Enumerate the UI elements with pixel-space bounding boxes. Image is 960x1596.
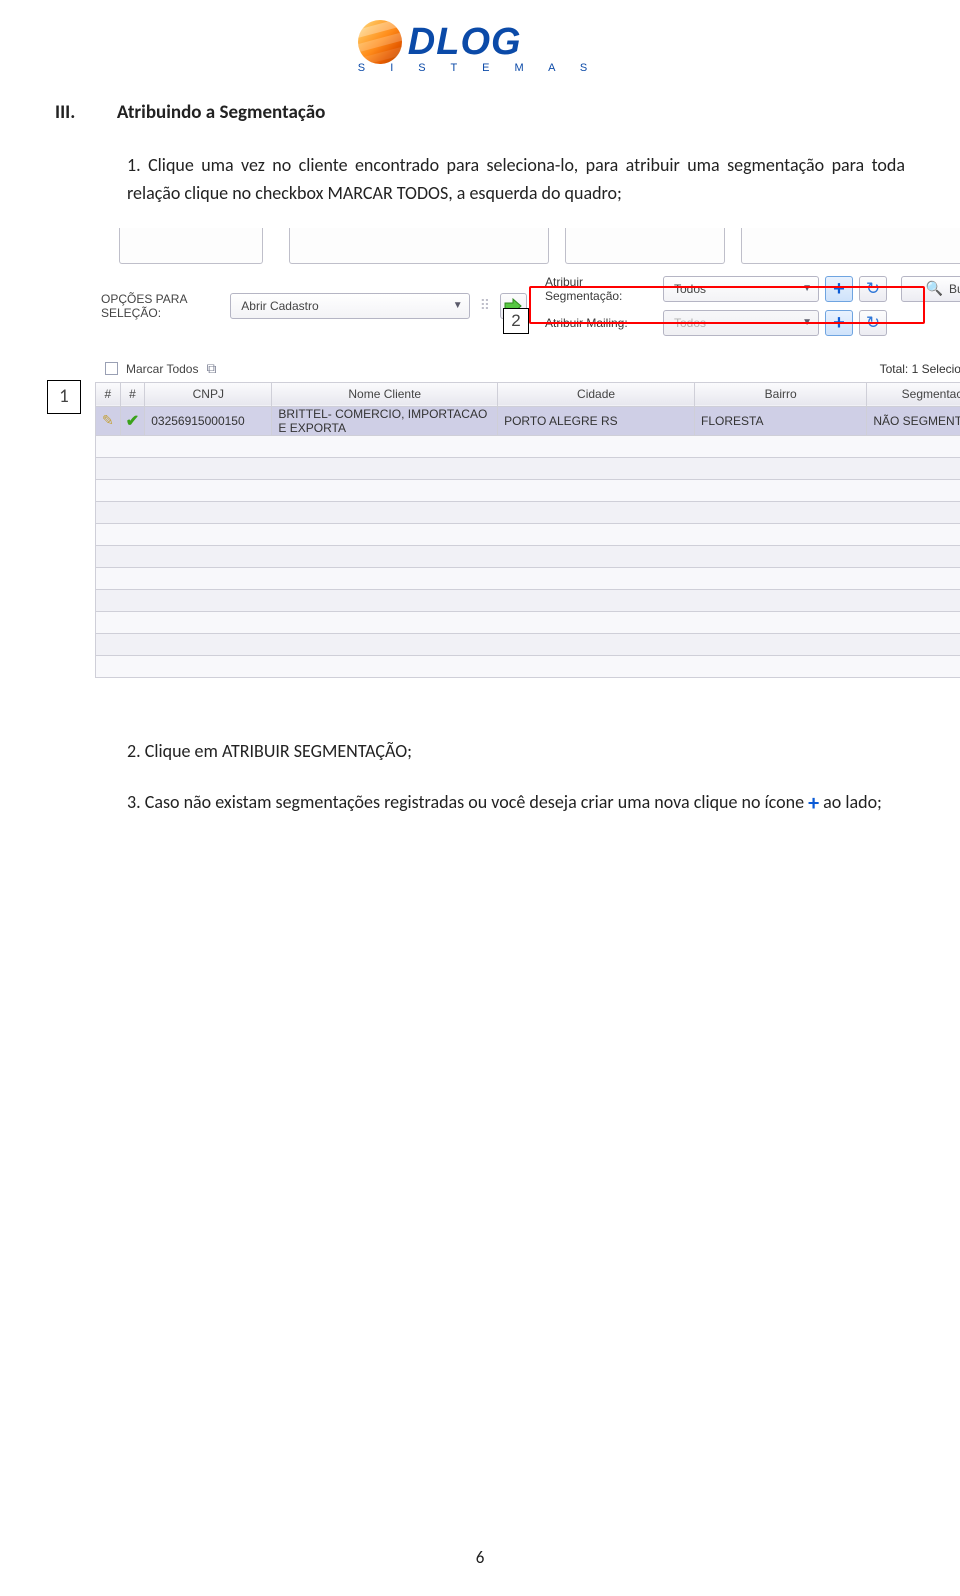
add-mailing-button[interactable]: + — [825, 310, 853, 336]
refresh-mailing-button[interactable]: ↻ — [859, 310, 887, 336]
table-row — [96, 501, 960, 523]
table-row[interactable]: ✎ ✔ 03256915000150 BRITTEL- COMERCIO, IM… — [96, 406, 960, 435]
paragraph-2: 2. Clique em ATRIBUIR SEGMENTAÇÃO; — [127, 738, 905, 766]
th-hash[interactable]: # — [96, 382, 121, 406]
search-icon: 🔍 — [926, 280, 943, 297]
check-icon[interactable]: ✔ — [126, 413, 139, 430]
plus-icon: + — [833, 313, 845, 333]
cutoff-filter-row — [95, 228, 960, 264]
th-bairro[interactable]: Bairro — [695, 382, 867, 406]
grip-icon: ⠿ — [480, 297, 490, 314]
cell-cidade: PORTO ALEGRE RS — [498, 406, 695, 435]
callout-box-2: 2 — [503, 308, 529, 334]
add-segmentacao-button[interactable]: + — [825, 276, 853, 302]
table-row — [96, 457, 960, 479]
copy-icon[interactable]: ⧉ — [206, 360, 216, 377]
atribuir-mailing-value: Todos — [674, 316, 706, 330]
th-hash2[interactable]: # — [120, 382, 145, 406]
plus-icon: + — [808, 789, 819, 816]
section-title: Atribuindo a Segmentação — [117, 101, 325, 124]
cell-bairro: FLORESTA — [695, 406, 867, 435]
buscar-button[interactable]: 🔍 Buscar — [901, 276, 960, 302]
cell-cnpj: 03256915000150 — [145, 406, 272, 435]
th-cnpj[interactable]: CNPJ — [145, 382, 272, 406]
chevron-down-icon: ▼ — [802, 317, 812, 328]
logo-sphere-icon — [358, 20, 402, 64]
table-row — [96, 545, 960, 567]
chevron-down-icon: ▼ — [802, 283, 812, 294]
opcoes-value: Abrir Cadastro — [241, 299, 318, 313]
step-text-a: Caso não existam segmentações registrada… — [145, 791, 808, 813]
refresh-segmentacao-button[interactable]: ↻ — [859, 276, 887, 302]
section-number: III. — [55, 101, 75, 124]
cell-nome: BRITTEL- COMERCIO, IMPORTACAO E EXPORTA — [272, 406, 498, 435]
section-heading: III. Atribuindo a Segmentação — [55, 101, 905, 124]
plus-icon: + — [833, 279, 845, 299]
step-text: Clique em ATRIBUIR SEGMENTAÇÃO; — [145, 740, 412, 762]
atribuir-segmentacao-label: Atribuir Segmentação: — [545, 275, 657, 303]
step-text: Clique uma vez no cliente encontrado par… — [127, 154, 905, 204]
atribuir-segmentacao-value: Todos — [674, 282, 706, 296]
totals-label: Total: 1 Selecionados: 1 — [880, 362, 960, 376]
table-row — [96, 655, 960, 677]
atribuir-segmentacao-dropdown[interactable]: Todos ▼ — [663, 276, 819, 302]
chevron-down-icon: ▼ — [453, 300, 463, 311]
table-row — [96, 589, 960, 611]
th-cidade[interactable]: Cidade — [498, 382, 695, 406]
th-segmentacao[interactable]: Segmentacao — [867, 382, 960, 406]
refresh-icon: ↻ — [866, 279, 880, 299]
buscar-label: Buscar — [949, 282, 960, 296]
th-nome-cliente[interactable]: Nome Cliente — [272, 382, 498, 406]
app-screenshot: 1 OPÇÕES PARA SELEÇÃO: Abrir Cadastro ▼ … — [95, 228, 960, 678]
cell-segmentacao: NÃO SEGMENTADO — [867, 406, 960, 435]
step-number: 1. — [127, 154, 141, 176]
table-row — [96, 611, 960, 633]
opcoes-para-selecao-label: OPÇÕES PARA SELEÇÃO: — [95, 292, 222, 320]
opcoes-para-selecao-dropdown[interactable]: Abrir Cadastro ▼ — [230, 293, 469, 319]
table-row — [96, 633, 960, 655]
logo-text: DLOG — [408, 23, 522, 61]
paragraph-3: 3. Caso não existam segmentações registr… — [127, 786, 905, 820]
paragraph-1: 1. Clique uma vez no cliente encontrado … — [127, 152, 905, 208]
page-number: 6 — [0, 1547, 960, 1568]
marcar-todos-checkbox[interactable] — [105, 362, 118, 375]
callout-box-1: 1 — [47, 380, 81, 414]
table-row — [96, 567, 960, 589]
logo: DLOG S I S T E M A S — [55, 20, 905, 76]
step-text-b: ao lado; — [823, 791, 882, 813]
refresh-icon: ↻ — [866, 313, 880, 333]
atribuir-mailing-dropdown[interactable]: Todos ▼ — [663, 310, 819, 336]
step-number: 2. — [127, 740, 141, 762]
table-row — [96, 523, 960, 545]
atribuir-mailing-label: Atribuir Mailing: — [545, 316, 657, 330]
marcar-todos-label: Marcar Todos — [126, 362, 198, 376]
edit-icon[interactable]: ✎ — [102, 412, 114, 428]
clientes-table: # # CNPJ Nome Cliente Cidade Bairro Segm… — [95, 382, 960, 678]
table-row — [96, 479, 960, 501]
table-row — [96, 435, 960, 457]
step-number: 3. — [127, 791, 141, 813]
logo-subtitle: S I S T E M A S — [358, 62, 602, 74]
